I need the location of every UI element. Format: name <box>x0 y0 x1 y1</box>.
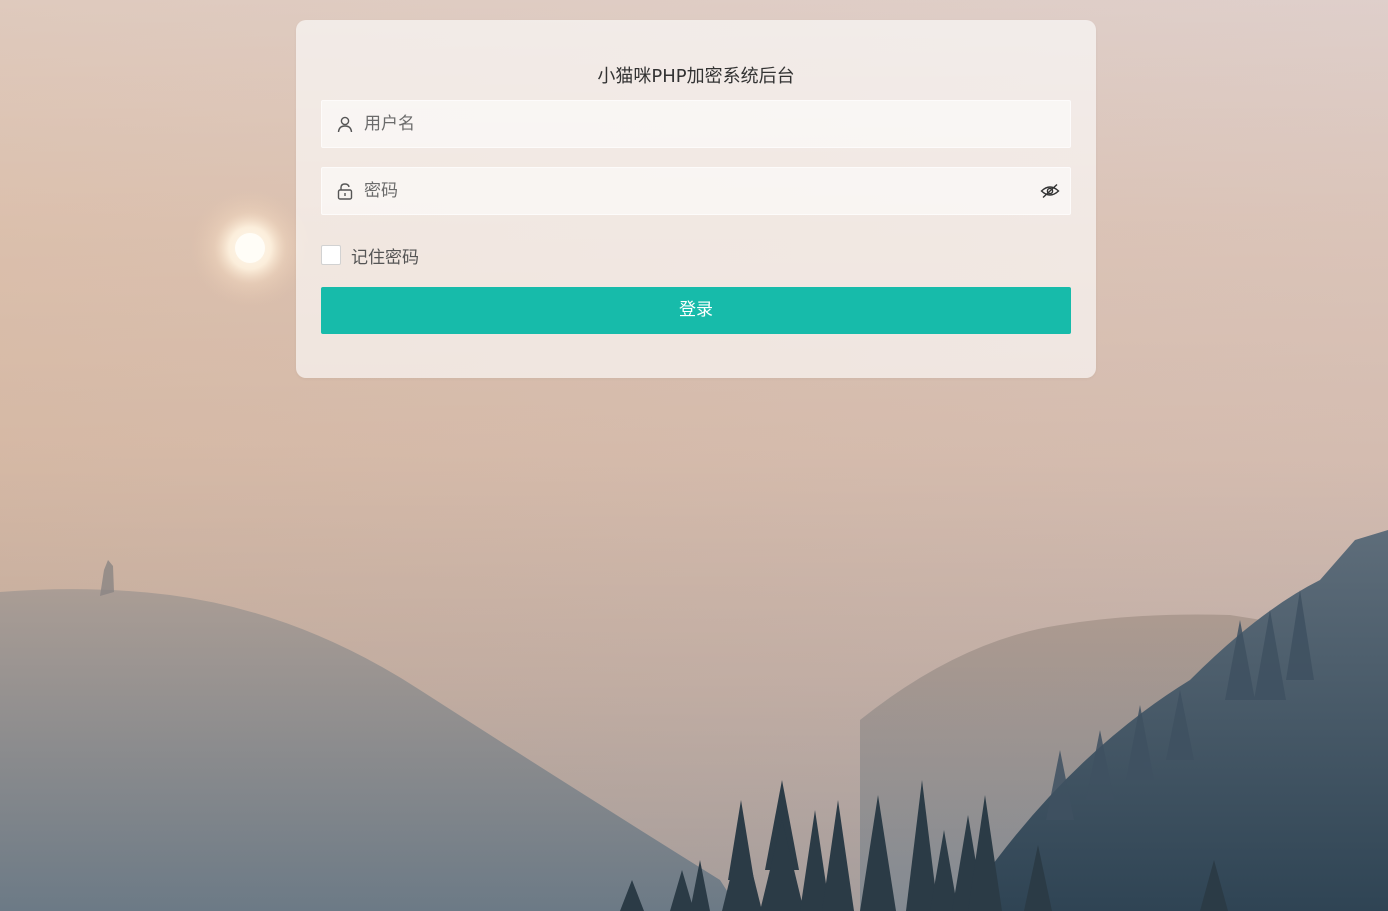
user-icon <box>337 116 353 133</box>
password-input[interactable] <box>364 168 1024 214</box>
username-input[interactable] <box>364 101 1024 147</box>
remember-password[interactable]: 记住密码 <box>321 244 419 268</box>
lock-icon <box>337 183 353 200</box>
remember-label: 记住密码 <box>351 247 419 268</box>
password-field[interactable] <box>321 167 1071 215</box>
login-button[interactable]: 登录 <box>321 287 1071 334</box>
eye-icon[interactable] <box>1040 182 1060 200</box>
remember-checkbox[interactable] <box>321 245 341 265</box>
page-title: 小猫咪PHP加密系统后台 <box>597 66 795 87</box>
login-card: 小猫咪PHP加密系统后台 记住密码 登录 <box>296 20 1096 378</box>
username-field[interactable] <box>321 100 1071 148</box>
login-page: 小猫咪PHP加密系统后台 记住密码 登录 <box>0 0 1388 911</box>
